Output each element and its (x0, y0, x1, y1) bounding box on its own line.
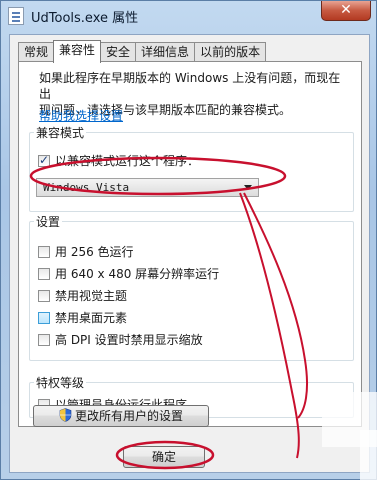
ok-button-label: 确定 (151, 450, 176, 464)
tab-general[interactable]: 常规 (18, 42, 55, 62)
option-disable-dpi-scaling-checkbox[interactable] (38, 333, 50, 346)
dialog-client-area: 常规 兼容性 安全 详细信息 以前的版本 如果此程序在早期版本的 Windows… (9, 34, 370, 473)
compat-mode-group-label: 兼容模式 (34, 124, 87, 141)
option-640x480-label: 用 640 x 480 屏幕分辨率运行 (55, 267, 220, 281)
settings-group-label: 设置 (34, 213, 63, 230)
option-640x480-checkbox[interactable] (38, 267, 50, 280)
help-me-choose-link[interactable]: 帮助我选择设置 (39, 107, 123, 124)
os-version-selected-value: Windows Vista (43, 181, 130, 194)
compat-mode-checkbox-row[interactable]: 以兼容模式运行这个程序： (38, 152, 199, 169)
compat-mode-group: 兼容模式 (29, 124, 354, 212)
compat-mode-checkbox[interactable] (38, 153, 50, 167)
privilege-group-label: 特权等级 (34, 374, 87, 391)
titlebar[interactable]: UdTools.exe 属性 ✕ (1, 1, 377, 31)
option-disable-desktop-composition-label: 禁用桌面元素 (55, 311, 128, 325)
option-disable-visual-themes-label: 禁用视觉主题 (55, 289, 128, 303)
uac-shield-icon (59, 408, 72, 422)
option-disable-dpi-scaling-label: 高 DPI 设置时禁用显示缩放 (55, 333, 203, 347)
option-disable-dpi-scaling[interactable]: 高 DPI 设置时禁用显示缩放 (38, 331, 203, 348)
change-all-users-label: 更改所有用户的设置 (74, 409, 183, 423)
option-256-colors-label: 用 256 色运行 (55, 245, 134, 259)
option-disable-visual-themes[interactable]: 禁用视觉主题 (38, 287, 127, 304)
tab-strip: 常规 兼容性 安全 详细信息 以前的版本 (18, 40, 267, 63)
tab-security[interactable]: 安全 (100, 42, 137, 62)
option-256-colors[interactable]: 用 256 色运行 (38, 243, 134, 260)
option-disable-desktop-composition-checkbox[interactable] (38, 311, 50, 324)
option-disable-desktop-composition[interactable]: 禁用桌面元素 (38, 309, 127, 326)
ok-button[interactable]: 确定 (123, 446, 205, 468)
dropdown-arrow-icon (244, 185, 252, 190)
tab-details[interactable]: 详细信息 (135, 42, 196, 62)
close-button[interactable]: ✕ (321, 1, 371, 21)
document-icon (8, 7, 24, 25)
compatibility-panel: 如果此程序在早期版本的 Windows 上没有问题，而现在出 现问题，请选择与该… (18, 61, 362, 427)
option-256-colors-checkbox[interactable] (38, 245, 50, 258)
option-640x480[interactable]: 用 640 x 480 屏幕分辨率运行 (38, 265, 219, 282)
os-version-select[interactable]: Windows Vista (36, 178, 259, 197)
watermark-patch-edge (360, 430, 377, 480)
window-title: UdTools.exe 属性 (31, 11, 139, 26)
option-disable-visual-themes-checkbox[interactable] (38, 289, 50, 302)
properties-window: UdTools.exe 属性 ✕ 常规 兼容性 安全 详细信息 以前的版本 如果… (0, 0, 377, 480)
tab-compatibility[interactable]: 兼容性 (53, 40, 102, 63)
compat-mode-checkbox-label: 以兼容模式运行这个程序： (55, 154, 200, 168)
change-all-users-button[interactable]: 更改所有用户的设置 (33, 405, 209, 427)
tab-previous-versions[interactable]: 以前的版本 (194, 42, 267, 62)
